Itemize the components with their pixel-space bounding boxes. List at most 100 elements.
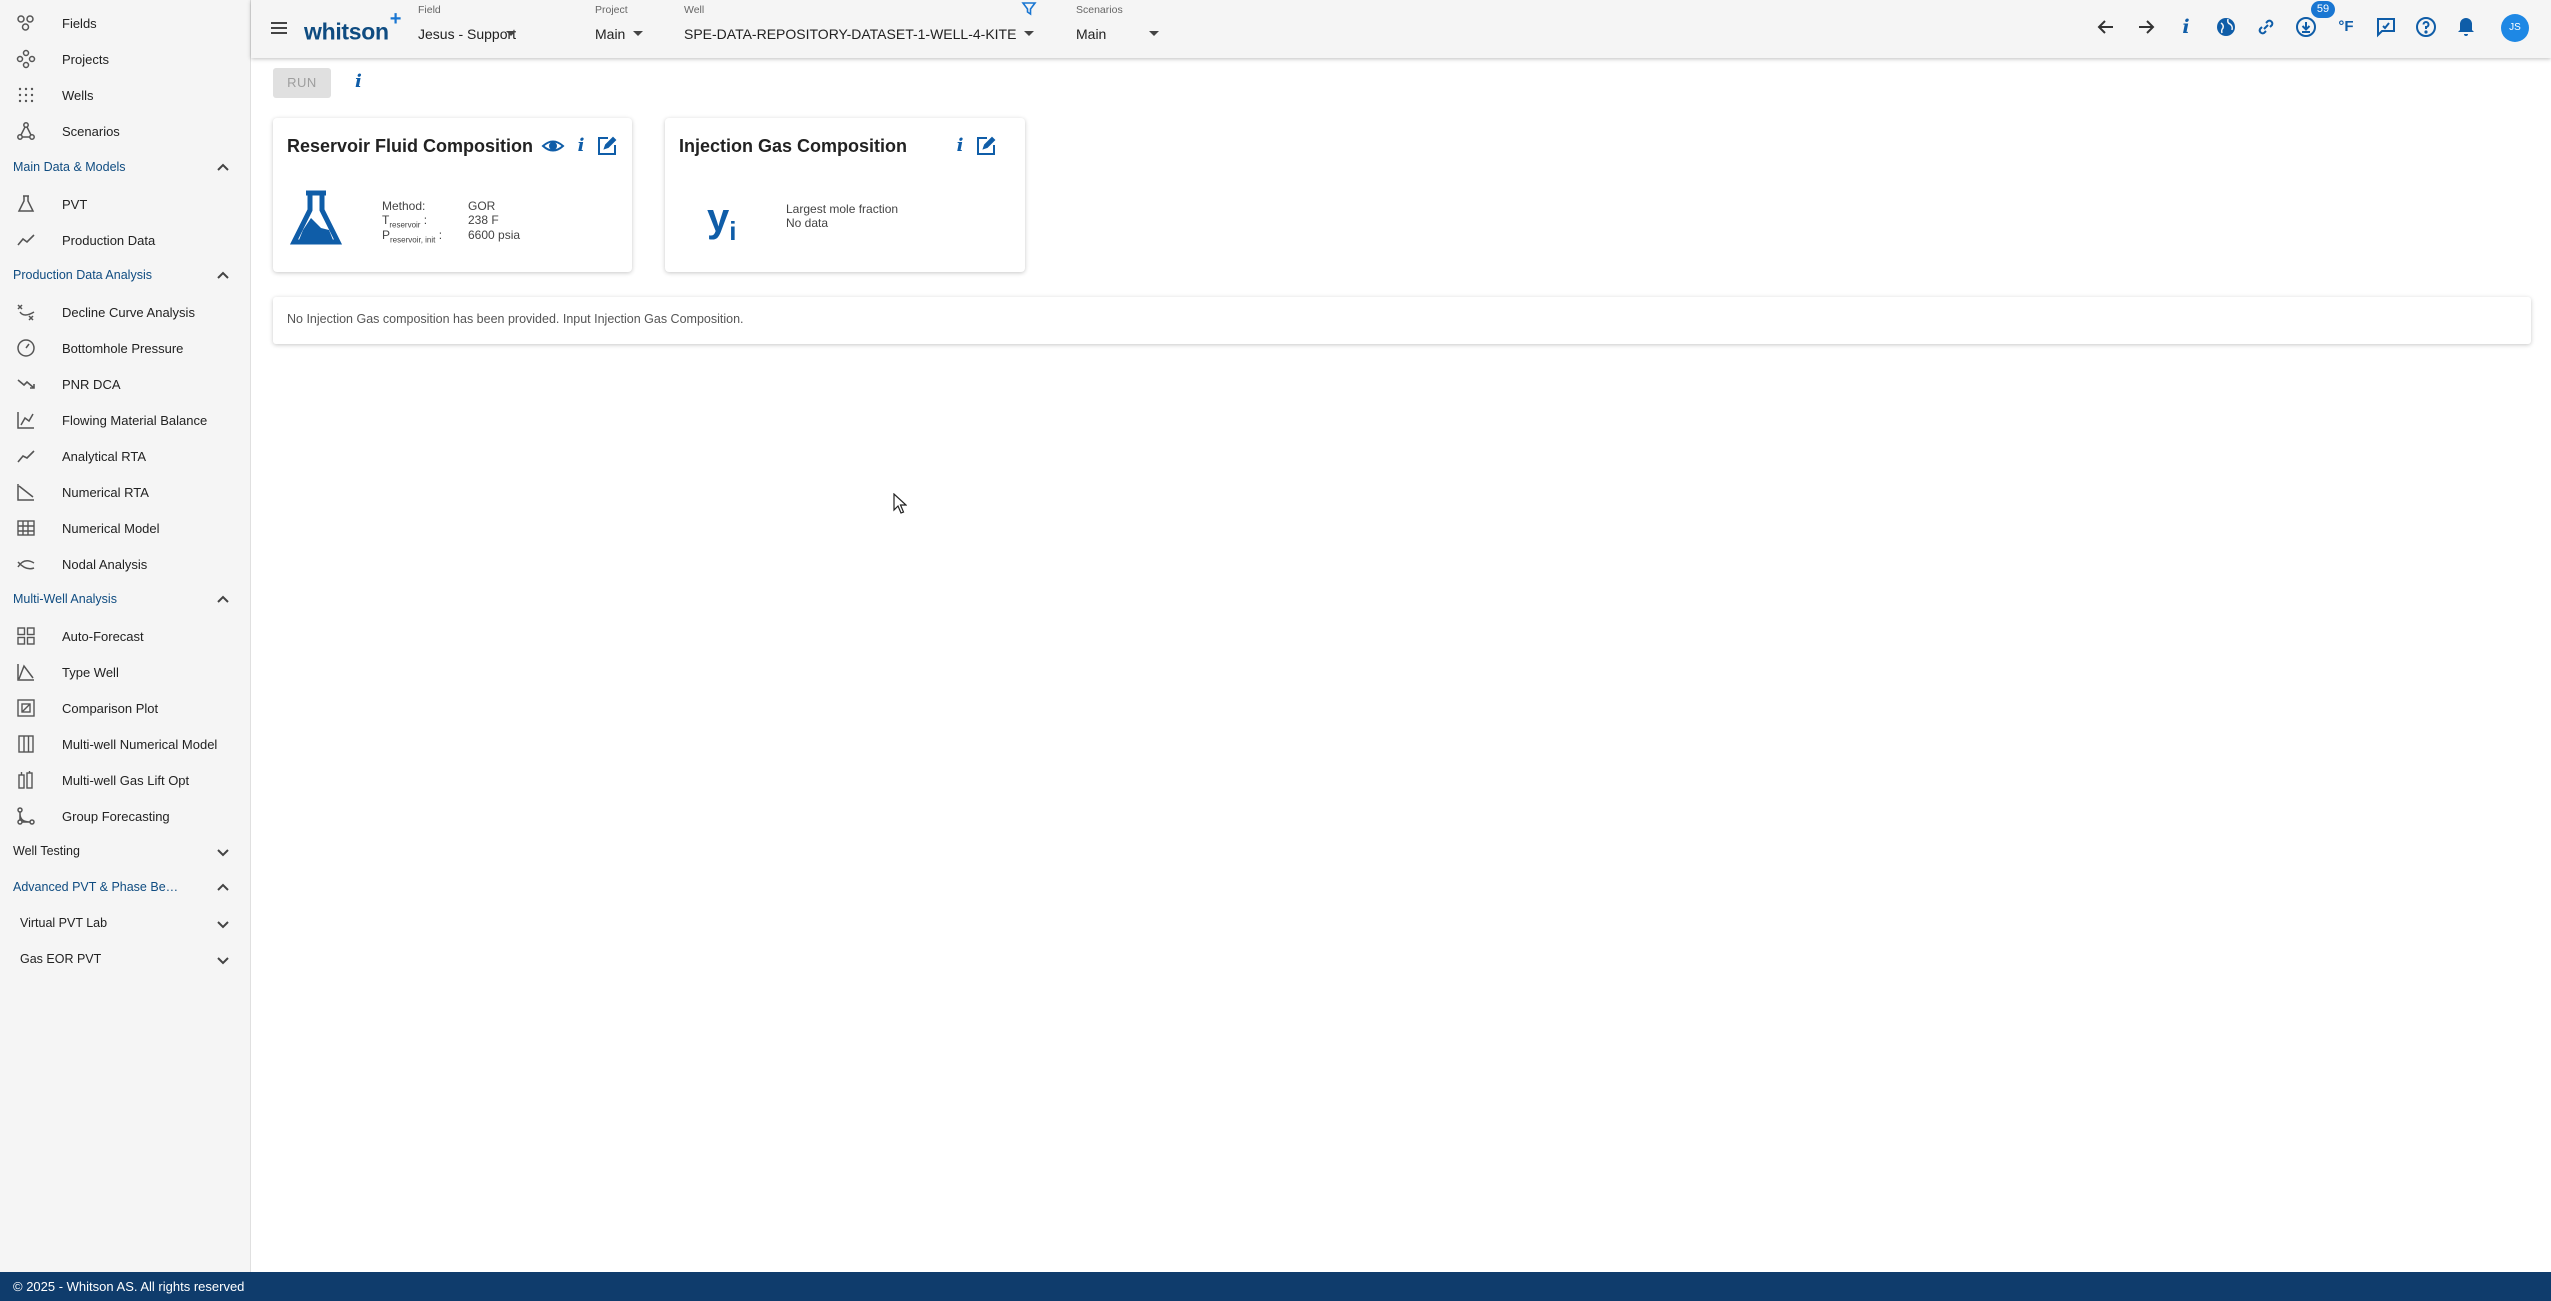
sidebar-item-decline-curve-analysis[interactable]: Decline Curve Analysis — [0, 294, 250, 330]
group-forecast-icon — [16, 806, 36, 826]
chevron-down-icon — [214, 843, 232, 861]
well-value: SPE-DATA-REPOSITORY-DATASET-1-WELL-4-KIT… — [684, 26, 1017, 42]
sidebar-item-label: Flowing Material Balance — [62, 412, 208, 428]
flask-icon — [16, 194, 36, 214]
info-icon[interactable]: i — [569, 134, 593, 158]
sidebar-item-production-data[interactable]: Production Data — [0, 222, 250, 258]
well-caption: Well — [684, 4, 705, 16]
section-advanced-pvt[interactable]: Advanced PVT & Phase Behavior — [0, 870, 250, 906]
section-well-testing[interactable]: Well Testing — [0, 834, 250, 870]
help-icon[interactable] — [2414, 15, 2438, 39]
sidebar-item-label: Production Data — [62, 232, 156, 248]
filter-icon[interactable] — [1020, 0, 1038, 18]
section-label: Gas EOR PVT — [20, 952, 102, 966]
avatar[interactable]: JS — [2501, 14, 2529, 42]
whitson-logo[interactable]: whitson+ — [304, 8, 401, 46]
sidebar-item-pvt[interactable]: PVT — [0, 186, 250, 222]
feedback-icon[interactable] — [2374, 15, 2398, 39]
project-selector[interactable]: Project Main — [595, 0, 647, 58]
chevron-up-icon — [214, 267, 232, 285]
edit-icon[interactable] — [595, 134, 619, 158]
sidebar-item-projects[interactable]: Projects — [0, 41, 250, 77]
project-value: Main — [595, 26, 626, 42]
edit-icon[interactable] — [974, 134, 998, 158]
injection-gas-card: Injection Gas Composition i yi Largest m… — [665, 118, 1025, 272]
sidebar-item-label: Group Forecasting — [62, 808, 170, 824]
download-circle-icon[interactable] — [2294, 15, 2318, 39]
run-button[interactable]: RUN — [273, 68, 331, 98]
sidebar-item-group-forecasting[interactable]: Group Forecasting — [0, 798, 250, 834]
section-main-data-models[interactable]: Main Data & Models — [0, 150, 250, 186]
arrow-forward-icon[interactable] — [2134, 15, 2158, 39]
sidebar-item-auto-forecast[interactable]: Auto-Forecast — [0, 618, 250, 654]
sidebar-item-multi-well-numerical-model[interactable]: Multi-well Numerical Model — [0, 726, 250, 762]
card-title: Injection Gas Composition — [679, 136, 908, 156]
sidebar-item-wells[interactable]: Wells — [0, 77, 250, 113]
temperature-unit-toggle[interactable]: °F — [2334, 15, 2358, 39]
chevron-up-icon — [214, 159, 232, 177]
logo-plus: + — [389, 8, 402, 30]
sidebar-item-numerical-model[interactable]: Numerical Model — [0, 510, 250, 546]
trending-down-icon — [16, 374, 36, 394]
sidebar-item-label: Wells — [62, 87, 94, 103]
sidebar-item-nodal-analysis[interactable]: Nodal Analysis — [0, 546, 250, 582]
chevron-down-icon — [1020, 24, 1038, 42]
sidebar-item-multi-well-gas-lift-opt[interactable]: Multi-well Gas Lift Opt — [0, 762, 250, 798]
sidebar-item-analytical-rta[interactable]: Analytical RTA — [0, 438, 250, 474]
project-caption: Project — [595, 4, 628, 16]
fields-icon — [16, 13, 36, 33]
sidebar-item-fields[interactable]: Fields — [0, 5, 250, 41]
sidebar-item-flowing-material-balance[interactable]: Flowing Material Balance — [0, 402, 250, 438]
info-icon[interactable]: i — [948, 134, 972, 158]
subsection-virtual-pvt-lab[interactable]: Virtual PVT Lab — [0, 906, 250, 942]
sidebar-item-pnr-dca[interactable]: PNR DCA — [0, 366, 250, 402]
scenarios-icon — [16, 121, 36, 141]
trend-line-icon — [16, 230, 36, 250]
sidebar-item-scenarios[interactable]: Scenarios — [0, 113, 250, 149]
sidebar-item-bottomhole-pressure[interactable]: Bottomhole Pressure — [0, 330, 250, 366]
chevron-up-icon — [214, 879, 232, 897]
chevron-up-icon — [214, 591, 232, 609]
card-title: Reservoir Fluid Composition — [287, 136, 534, 156]
info-icon[interactable]: i — [2174, 15, 2198, 39]
chevron-down-icon — [214, 951, 232, 969]
notifications-icon[interactable] — [2454, 15, 2478, 39]
eye-icon[interactable] — [541, 134, 565, 158]
chart-axes-icon — [16, 410, 36, 430]
largest-mole-fraction-label: Largest mole fraction — [786, 202, 899, 216]
p-reservoir-label: Preservoir, init : — [382, 228, 443, 245]
mouse-cursor-icon — [893, 493, 907, 514]
arrow-back-icon[interactable] — [2094, 15, 2118, 39]
sidebar-item-label: Multi-well Numerical Model — [62, 736, 218, 752]
section-multi-well-analysis[interactable]: Multi-Well Analysis — [0, 582, 250, 618]
dashboard-grid-icon — [16, 626, 36, 646]
subsection-gas-eor-pvt[interactable]: Gas EOR PVT — [0, 942, 250, 978]
sidebar-item-comparison-plot[interactable]: Comparison Plot — [0, 690, 250, 726]
globe-icon[interactable] — [2214, 15, 2238, 39]
link-icon[interactable] — [2254, 15, 2278, 39]
p-reservoir-value: 6600 psia — [468, 228, 521, 242]
sidebar-item-label: Analytical RTA — [62, 448, 147, 464]
chart-decline-icon — [16, 482, 36, 502]
sidebar-item-type-well[interactable]: Type Well — [0, 654, 250, 690]
projects-icon — [16, 49, 36, 69]
mole-fraction-symbol: yi — [707, 196, 737, 246]
sidebar-item-label: Decline Curve Analysis — [62, 304, 195, 320]
sidebar-item-numerical-rta[interactable]: Numerical RTA — [0, 474, 250, 510]
sidebar-item-label: Comparison Plot — [62, 700, 159, 716]
field-selector[interactable]: Field Jesus - Support — [418, 0, 518, 58]
gauge-icon — [16, 338, 36, 358]
well-selector[interactable]: Well SPE-DATA-REPOSITORY-DATASET-1-WELL-… — [684, 0, 1037, 58]
notice-text: No Injection Gas composition has been pr… — [287, 312, 744, 326]
info-icon[interactable]: i — [355, 71, 377, 95]
section-label: Well Testing — [13, 844, 80, 858]
menu-icon[interactable] — [267, 16, 291, 40]
chevron-down-icon — [214, 915, 232, 933]
chevron-down-icon — [629, 24, 647, 42]
section-production-data-analysis[interactable]: Production Data Analysis — [0, 258, 250, 294]
notice-banner: No Injection Gas composition has been pr… — [273, 297, 2531, 344]
no-data-text: No data — [786, 216, 829, 230]
section-label: Advanced PVT & Phase Behavior — [13, 880, 179, 894]
scenarios-selector[interactable]: Scenarios Main — [1076, 0, 1166, 58]
sidebar-item-label: Type Well — [62, 664, 119, 680]
